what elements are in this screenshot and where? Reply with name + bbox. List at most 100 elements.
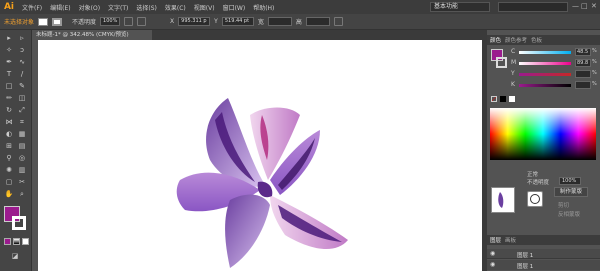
mesh-tool-icon[interactable]: ⊞: [4, 142, 14, 150]
tab-color[interactable]: 颜色: [490, 36, 501, 44]
layer-name[interactable]: 图层 1: [517, 251, 533, 259]
invert-mask-checkbox[interactable]: 反相蒙版: [558, 210, 580, 218]
slider-y[interactable]: Y %: [511, 70, 597, 78]
slider-m[interactable]: M 89.8 %: [511, 59, 597, 67]
color-mode-icon[interactable]: [4, 238, 11, 245]
channel-value[interactable]: 48.5: [575, 48, 591, 56]
close-icon[interactable]: ✕: [591, 2, 597, 10]
shape-builder-icon[interactable]: ◐: [4, 130, 14, 138]
selection-status: 未选择对象: [4, 19, 35, 26]
magic-wand-icon[interactable]: ✧: [4, 46, 14, 54]
flower-center: [257, 181, 273, 198]
direct-selection-tool-icon[interactable]: ▹: [17, 34, 27, 42]
stroke-color-swatch[interactable]: [12, 216, 26, 230]
width-tool-icon[interactable]: ⋈: [4, 118, 14, 126]
lasso-icon[interactable]: ↄ: [17, 46, 27, 54]
graph-tool-icon[interactable]: ▥: [17, 166, 27, 174]
slider-track[interactable]: [519, 73, 571, 76]
channel-value[interactable]: [575, 81, 591, 89]
slice-tool-icon[interactable]: ✂: [17, 178, 27, 186]
clip-checkbox[interactable]: 剪切: [558, 201, 569, 209]
slider-track[interactable]: [519, 62, 571, 65]
white-color-icon[interactable]: [509, 96, 515, 102]
maximize-icon[interactable]: □: [581, 2, 588, 10]
eyedropper-icon[interactable]: ⚲: [4, 154, 14, 162]
blend-mode[interactable]: 正常: [527, 170, 538, 178]
blend-tool-icon[interactable]: ◎: [17, 154, 27, 162]
flower-artwork[interactable]: [170, 90, 350, 271]
panel-stroke-swatch[interactable]: [496, 57, 507, 68]
w-field[interactable]: [267, 17, 292, 26]
slider-track[interactable]: [519, 84, 571, 87]
layer-row[interactable]: ◉ 图层 1: [487, 249, 600, 259]
stroke-swatch[interactable]: [52, 17, 63, 26]
make-mask-button[interactable]: 制作蒙版: [554, 187, 588, 197]
visibility-eye-icon[interactable]: ◉: [490, 250, 495, 257]
symbol-sprayer-icon[interactable]: ✺: [4, 166, 14, 174]
visibility-eye-icon[interactable]: ◉: [490, 261, 495, 268]
eraser-icon[interactable]: ◫: [17, 94, 27, 102]
menu-file[interactable]: 文件(F): [18, 3, 46, 12]
zoom-tool-icon[interactable]: ⌕: [17, 190, 27, 198]
petal-bottom: [225, 194, 270, 268]
menu-help[interactable]: 帮助(H): [249, 3, 278, 12]
x-field[interactable]: 995.311 p: [178, 17, 211, 26]
opacity-field[interactable]: 100%: [100, 17, 121, 26]
layer-thumbnail[interactable]: [491, 187, 515, 213]
black-color-icon[interactable]: [500, 96, 506, 102]
y-field[interactable]: 519.44 pt: [221, 17, 254, 26]
gradient-tool-icon[interactable]: ▤: [17, 142, 27, 150]
tab-swatches[interactable]: 色板: [531, 36, 542, 44]
free-transform-icon[interactable]: ⌗: [17, 118, 27, 126]
slider-track[interactable]: [519, 51, 571, 54]
slider-k[interactable]: K %: [511, 81, 597, 89]
pen-tool-icon[interactable]: ✒: [4, 58, 14, 66]
perspective-grid-icon[interactable]: ▦: [17, 130, 27, 138]
channel-value[interactable]: 89.8: [575, 59, 591, 67]
channel-value[interactable]: [575, 70, 591, 78]
menu-type[interactable]: 文字(T): [104, 3, 132, 12]
align-icon[interactable]: [137, 17, 147, 26]
search-input[interactable]: [498, 2, 568, 12]
transform-icon[interactable]: [333, 17, 343, 26]
none-mode-icon[interactable]: [22, 238, 29, 245]
rectangle-tool-icon[interactable]: □: [4, 82, 14, 90]
minimize-icon[interactable]: —: [572, 2, 579, 10]
mask-thumbnail[interactable]: [527, 191, 543, 207]
layer-name[interactable]: 图层 1: [517, 262, 533, 270]
fill-swatch[interactable]: [38, 17, 49, 26]
menu-select[interactable]: 选择(S): [132, 3, 161, 12]
slider-c[interactable]: C 48.5 %: [511, 48, 597, 56]
drawing-mode-icon[interactable]: ◪: [10, 252, 20, 260]
tab-artboards[interactable]: 画板: [505, 236, 516, 244]
scale-tool-icon[interactable]: ⤢: [17, 106, 27, 114]
h-field[interactable]: [305, 17, 330, 26]
paintbrush-icon[interactable]: ✎: [17, 82, 27, 90]
type-tool-icon[interactable]: T: [4, 70, 14, 78]
rotate-tool-icon[interactable]: ↻: [4, 106, 14, 114]
hand-tool-icon[interactable]: ✋: [4, 190, 14, 198]
menu-window[interactable]: 窗口(W): [219, 3, 250, 12]
layer-row[interactable]: ◉ 图层 1: [487, 260, 600, 270]
tab-color-guide[interactable]: 颜色参考: [505, 36, 527, 44]
recolor-icon[interactable]: [124, 17, 134, 26]
pencil-icon[interactable]: ✏: [4, 94, 14, 102]
document-tab[interactable]: 未标题-1* @ 342.48% (CMYK/预览): [32, 30, 152, 40]
x-label: X: [170, 18, 175, 25]
artboard-tool-icon[interactable]: ▢: [4, 178, 14, 186]
channel-label: C: [511, 48, 516, 55]
gradient-mode-icon[interactable]: [13, 238, 20, 245]
menu-effect[interactable]: 效果(C): [161, 3, 190, 12]
menu-object[interactable]: 对象(O): [75, 3, 104, 12]
none-color-icon[interactable]: [491, 96, 497, 102]
color-panel-tabs: 颜色 颜色参考 色板: [487, 35, 600, 45]
transparency-opacity-field[interactable]: 100%: [559, 177, 581, 185]
curvature-tool-icon[interactable]: ∿: [17, 58, 27, 66]
menu-edit[interactable]: 编辑(E): [46, 3, 74, 12]
menu-view[interactable]: 视图(V): [190, 3, 219, 12]
menu-bar: Ai 文件(F) 编辑(E) 对象(O) 文字(T) 选择(S) 效果(C) 视…: [0, 0, 600, 14]
tab-layers[interactable]: 图层: [490, 236, 501, 244]
workspace-switcher[interactable]: 基本功能: [430, 2, 490, 12]
line-tool-icon[interactable]: /: [17, 70, 27, 78]
selection-tool-icon[interactable]: ▸: [4, 34, 14, 42]
